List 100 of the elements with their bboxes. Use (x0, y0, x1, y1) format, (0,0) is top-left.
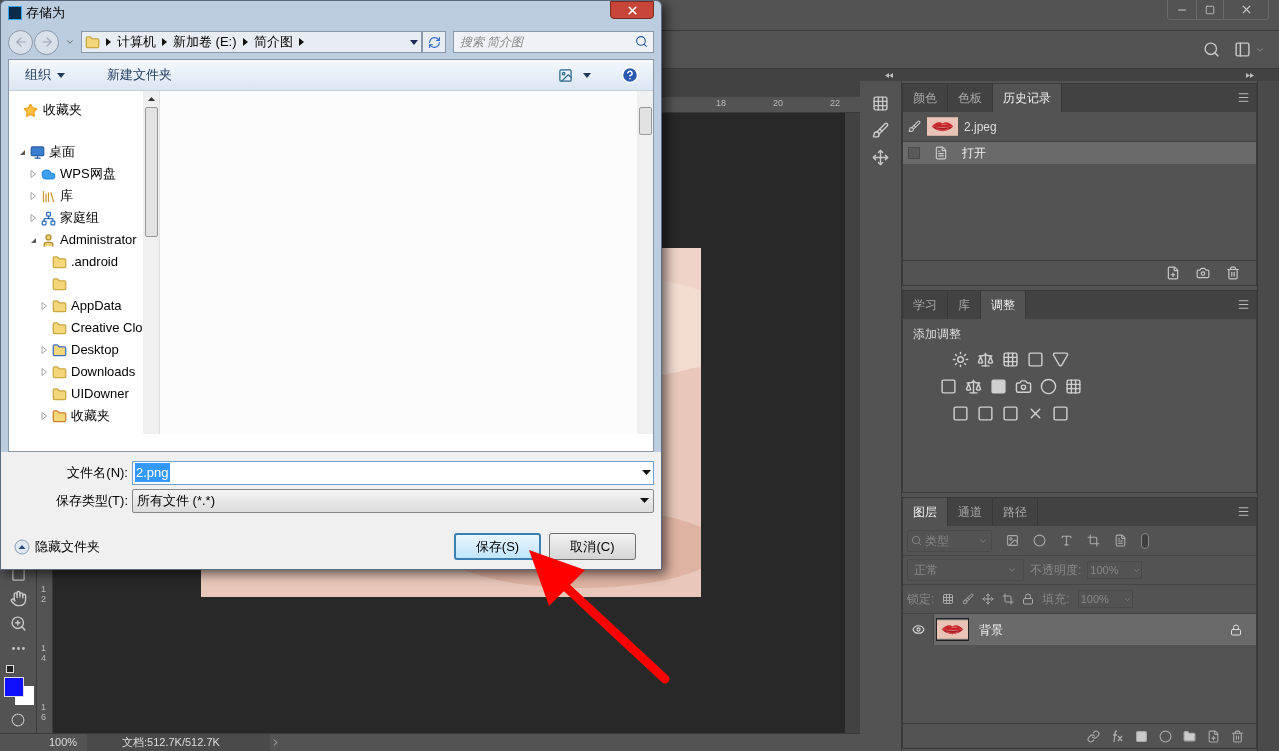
snapshot-name[interactable]: 2.jpeg (964, 117, 997, 136)
fx-icon[interactable] (1111, 729, 1124, 743)
expand-icon[interactable] (1246, 72, 1254, 78)
lock-paint-icon[interactable] (962, 593, 975, 605)
refresh-button[interactable] (422, 31, 446, 53)
search-field[interactable]: 搜索 简介图 (453, 31, 654, 53)
trash-icon[interactable] (1226, 266, 1240, 280)
new-document-icon[interactable] (1166, 266, 1180, 280)
tree-item[interactable]: .android (71, 252, 118, 272)
tree-item[interactable]: AppData (71, 296, 122, 316)
tree-item[interactable]: 收藏夹 (71, 406, 110, 426)
zoom-tool-icon[interactable] (9, 615, 27, 632)
help-icon[interactable] (621, 66, 639, 84)
tree-item[interactable]: 家庭组 (60, 208, 99, 228)
workspace-icon[interactable] (1234, 41, 1251, 58)
scrollbar[interactable] (845, 113, 860, 733)
layer-row[interactable]: 背景 (933, 614, 1256, 645)
new-layer-icon[interactable] (1207, 729, 1220, 743)
dropdown-arrow-icon[interactable] (640, 498, 649, 503)
panel-menu-icon[interactable] (1237, 91, 1250, 104)
collapsed-arrow-icon[interactable] (30, 170, 37, 178)
expanded-arrow-icon[interactable] (30, 236, 37, 244)
panel-menu-icon[interactable] (1237, 505, 1250, 518)
address-bar[interactable]: 计算机 新加卷 (E:) 简介图 (81, 31, 422, 53)
tree-item[interactable]: Creative Clo (71, 318, 143, 338)
tree-item[interactable]: 收藏夹 (43, 100, 82, 120)
history-dropdown-icon[interactable] (65, 37, 75, 47)
organize-menu[interactable]: 组织 (19, 65, 71, 85)
lock-artboard-icon[interactable] (1002, 593, 1015, 605)
dropdown-arrow-icon[interactable] (642, 470, 651, 475)
maximize-icon[interactable] (1205, 4, 1215, 15)
panel-tab[interactable]: 历史记录 (993, 84, 1062, 112)
brightness-icon[interactable] (952, 351, 969, 368)
quick-mask-icon[interactable] (11, 713, 25, 727)
trash-icon[interactable] (1231, 729, 1244, 743)
breadcrumb-item[interactable]: 简介图 (253, 32, 293, 52)
dropdown-arrow-icon[interactable] (583, 72, 591, 78)
smart-object-filter-icon[interactable] (1114, 534, 1127, 547)
dropdown-arrow-icon[interactable] (57, 72, 65, 78)
panel-tab[interactable]: 调整 (981, 291, 1026, 319)
search-icon[interactable] (1203, 41, 1220, 58)
link-icon[interactable] (1087, 729, 1100, 743)
zoom-level[interactable]: 100% (37, 734, 87, 751)
scrollbar[interactable] (143, 91, 159, 434)
history-brush-icon[interactable] (908, 120, 921, 133)
filter-toggle[interactable] (1141, 532, 1149, 549)
new-folder-button[interactable]: 新建文件夹 (101, 65, 178, 85)
tree-item[interactable]: 库 (60, 186, 73, 206)
refresh-icon[interactable] (427, 35, 441, 49)
collapsed-arrow-icon[interactable] (30, 192, 37, 200)
save-button[interactable]: 保存(S) (454, 533, 541, 560)
tree-item[interactable]: Desktop (71, 340, 119, 360)
separator-arrow-icon[interactable] (162, 38, 167, 46)
lock-all-icon[interactable] (1022, 593, 1035, 605)
lock-transparency-icon[interactable] (942, 593, 955, 605)
collapsed-arrow-icon[interactable] (41, 368, 48, 376)
camera-icon[interactable] (1196, 266, 1210, 280)
tree-item[interactable]: 桌面 (49, 142, 75, 162)
close-button[interactable] (610, 1, 654, 19)
collapsed-arrow-icon[interactable] (41, 346, 48, 354)
collapsed-arrow-icon[interactable] (41, 412, 48, 420)
hand-tool-icon[interactable] (9, 590, 27, 607)
file-type-dropdown[interactable]: 所有文件 (*.*) (132, 488, 654, 513)
tree-item[interactable]: UIDowner (71, 384, 129, 404)
history-checkbox[interactable] (908, 147, 920, 159)
scroll-up-arrow-icon[interactable] (147, 97, 155, 101)
dropdown-arrow-icon[interactable] (410, 39, 418, 45)
tree-item[interactable]: WPS网盘 (60, 164, 116, 184)
group-folder-icon[interactable] (1183, 729, 1196, 743)
view-icon[interactable] (558, 67, 573, 83)
color-balance-icon[interactable] (965, 378, 982, 395)
close-icon[interactable] (625, 3, 639, 17)
type-filter-icon[interactable] (1060, 534, 1073, 547)
hide-folders-button[interactable]: 隐藏文件夹 (14, 536, 100, 557)
panel-menu-icon[interactable] (1237, 298, 1250, 311)
lock-icon[interactable] (1230, 623, 1242, 636)
panel-tab[interactable]: 图层 (903, 498, 948, 526)
breadcrumb-item[interactable]: 新加卷 (E:) (173, 32, 237, 52)
eye-icon[interactable] (911, 623, 925, 636)
breadcrumb-item[interactable]: 计算机 (117, 32, 156, 52)
expanded-arrow-icon[interactable] (19, 148, 26, 156)
history-step[interactable]: 打开 (903, 142, 1256, 164)
separator-arrow-icon[interactable] (242, 38, 248, 46)
tree-item[interactable]: Administrator (60, 230, 137, 250)
separator-arrow-icon[interactable] (106, 38, 111, 46)
brush-icon[interactable] (872, 122, 889, 139)
background-color-swatch[interactable] (15, 686, 34, 705)
pixel-filter-icon[interactable] (1006, 534, 1019, 547)
tree-item[interactable]: Downloads (71, 362, 136, 382)
scrollbar[interactable] (637, 91, 653, 434)
lock-position-icon[interactable] (982, 593, 995, 605)
separator-arrow-icon[interactable] (298, 38, 304, 46)
rectangle-tool-icon[interactable] (10, 567, 26, 582)
swap-colors-icon[interactable] (6, 665, 14, 673)
collapsed-arrow-icon[interactable] (41, 302, 48, 310)
foreground-color-swatch[interactable] (4, 677, 24, 697)
photo-filter-icon[interactable] (1015, 378, 1032, 395)
cancel-button[interactable]: 取消(C) (549, 533, 636, 560)
collapsed-arrow-icon[interactable] (30, 214, 37, 222)
collapse-icon[interactable] (885, 72, 893, 78)
